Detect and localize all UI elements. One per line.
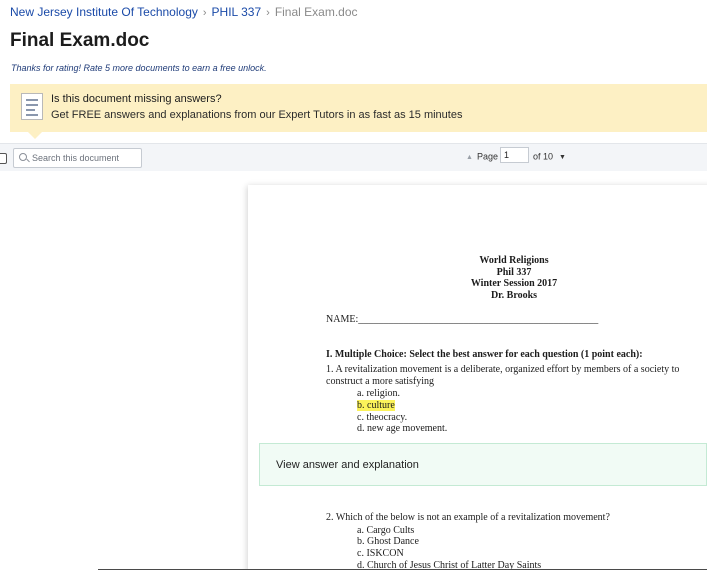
view-answer-button[interactable]: View answer and explanation (259, 443, 707, 486)
missing-answers-banner[interactable]: Is this document missing answers? Get FR… (10, 84, 707, 139)
banner-subtitle: Get FREE answers and explanations from o… (51, 109, 463, 121)
rating-note: Thanks for rating! Rate 5 more documents… (11, 63, 267, 73)
banner-pointer (28, 132, 42, 139)
page-label: Page (476, 151, 498, 162)
question-2-text: 2. Which of the below is not an example … (326, 512, 610, 523)
breadcrumb-chevron-icon: › (266, 7, 270, 19)
question-1-option: c. theocracy. (357, 412, 408, 423)
doc-header-instructor: Dr. Brooks (490, 290, 538, 301)
previous-page-icon[interactable]: ▲ (466, 154, 473, 161)
doc-header-session: Winter Session 2017 (470, 278, 558, 289)
question-1-option-highlighted: b. culture (357, 400, 395, 411)
page-total: of 10 (532, 151, 553, 162)
question-2-option: a. Cargo Cults (357, 525, 415, 536)
search-box[interactable] (13, 148, 142, 168)
breadcrumb-current: Final Exam.doc (274, 5, 358, 19)
question-2-option: b. Ghost Dance (357, 536, 419, 547)
sidebar-toggle-icon[interactable] (0, 153, 7, 164)
document-icon (21, 93, 43, 120)
page-navigator: ▲ Page 1 of 10 ▼ (466, 147, 566, 163)
document-toolbar: ▲Page1of 10 ▼ (0, 143, 707, 171)
page-title: Final Exam.doc (10, 30, 150, 51)
breadcrumb: New Jersey Institute Of Technology › PHIL … (10, 5, 358, 19)
name-line: NAME:___________________________________… (326, 314, 599, 325)
banner-question: Is this document missing answers? (51, 93, 222, 105)
breadcrumb-chevron-icon: › (202, 7, 207, 19)
page-number-input[interactable]: 1 (499, 147, 529, 163)
section-heading: I. Multiple Choice: Select the best answ… (326, 349, 643, 360)
question-1-option: d. new age movement. (357, 423, 448, 434)
doc-header-code: Phil 337 (496, 267, 532, 278)
breadcrumb-school-link[interactable]: New Jersey Institute Of Technology (10, 5, 198, 19)
question-1-text-cont: construct a more satisfying (326, 376, 435, 387)
breadcrumb-course-link[interactable]: PHIL 337 (212, 5, 262, 19)
next-page-icon[interactable]: ▼ (559, 154, 566, 161)
search-icon (19, 153, 27, 161)
doc-header-course: World Religions (479, 255, 549, 266)
question-1-text: 1. A revitalization movement is a delibe… (326, 364, 680, 375)
search-input[interactable] (32, 150, 138, 166)
view-answer-label: View answer and explanation (276, 459, 419, 471)
question-2-option: c. ISKCON (357, 548, 404, 559)
question-1-option: a. religion. (357, 388, 401, 399)
